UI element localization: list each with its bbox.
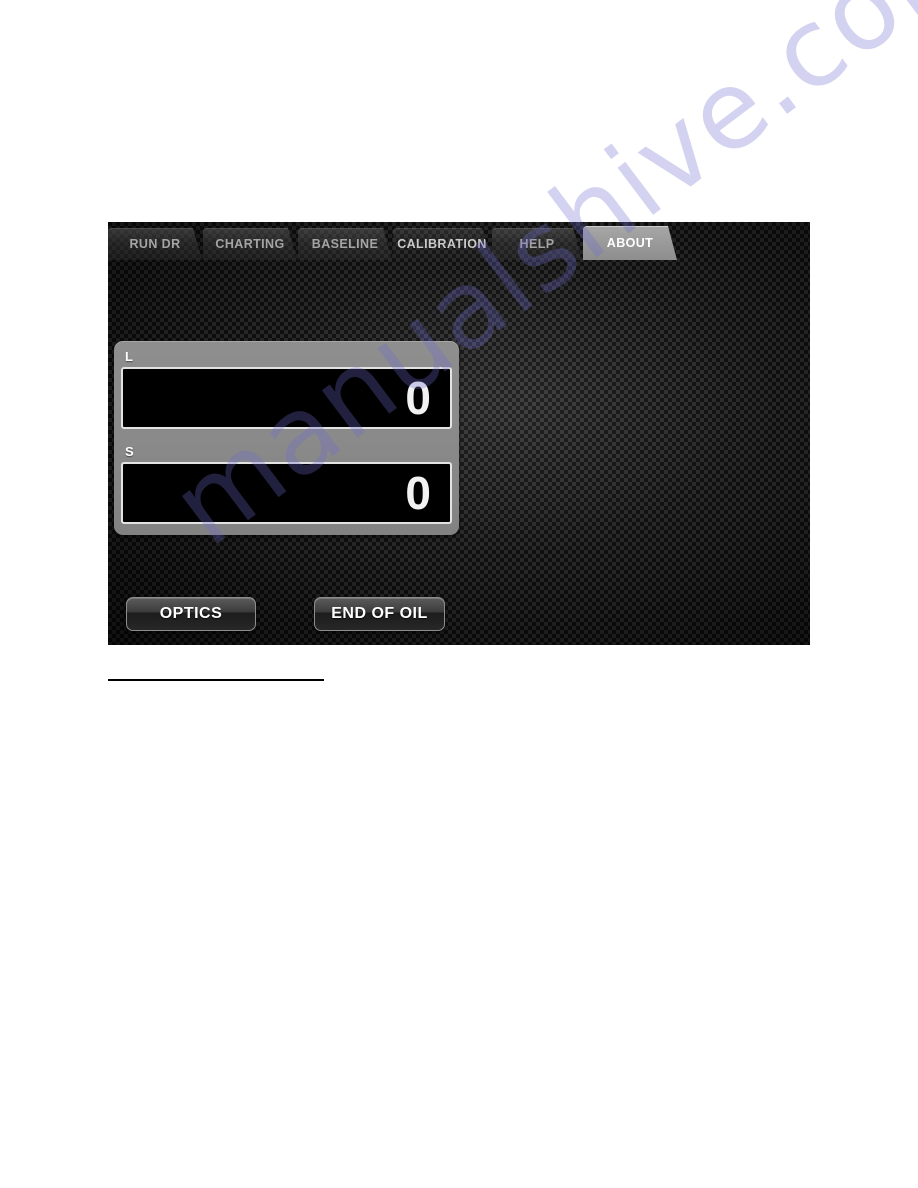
readout-value-s: 0 (405, 467, 431, 519)
tab-calibration[interactable]: CALIBRATION (393, 228, 491, 260)
tab-run-dr[interactable]: RUN DR (108, 228, 202, 260)
end-of-oil-button[interactable]: END OF OIL (314, 597, 445, 631)
caption-rule (108, 679, 324, 681)
tab-about-label: ABOUT (606, 236, 654, 250)
readout-label-s: S (125, 444, 134, 459)
end-of-oil-button-label: END OF OIL (331, 605, 428, 622)
readout-label-l: L (125, 349, 134, 364)
tab-baseline[interactable]: BASELINE (298, 228, 392, 260)
readout-value-l: 0 (405, 372, 431, 424)
tab-about[interactable]: ABOUT (583, 226, 677, 260)
tab-calibration-label: CALIBRATION (397, 237, 487, 251)
readout-field-s[interactable]: 0 (121, 462, 452, 524)
tab-help-label: HELP (519, 237, 555, 251)
tab-charting[interactable]: CHARTING (203, 228, 297, 260)
optics-button[interactable]: OPTICS (126, 597, 256, 631)
readout-panel: L 0 S 0 (114, 341, 459, 535)
tab-run-dr-label: RUN DR (129, 237, 181, 251)
device-screenshot-figure: RUN DR CHARTING BASELINE CALIBRATION HEL… (108, 222, 810, 645)
tab-baseline-label: BASELINE (311, 237, 379, 251)
tab-charting-label: CHARTING (215, 237, 285, 251)
optics-button-label: OPTICS (159, 605, 223, 622)
tab-bar: RUN DR CHARTING BASELINE CALIBRATION HEL… (108, 222, 678, 262)
tab-help[interactable]: HELP (492, 228, 582, 260)
readout-field-l[interactable]: 0 (121, 367, 452, 429)
